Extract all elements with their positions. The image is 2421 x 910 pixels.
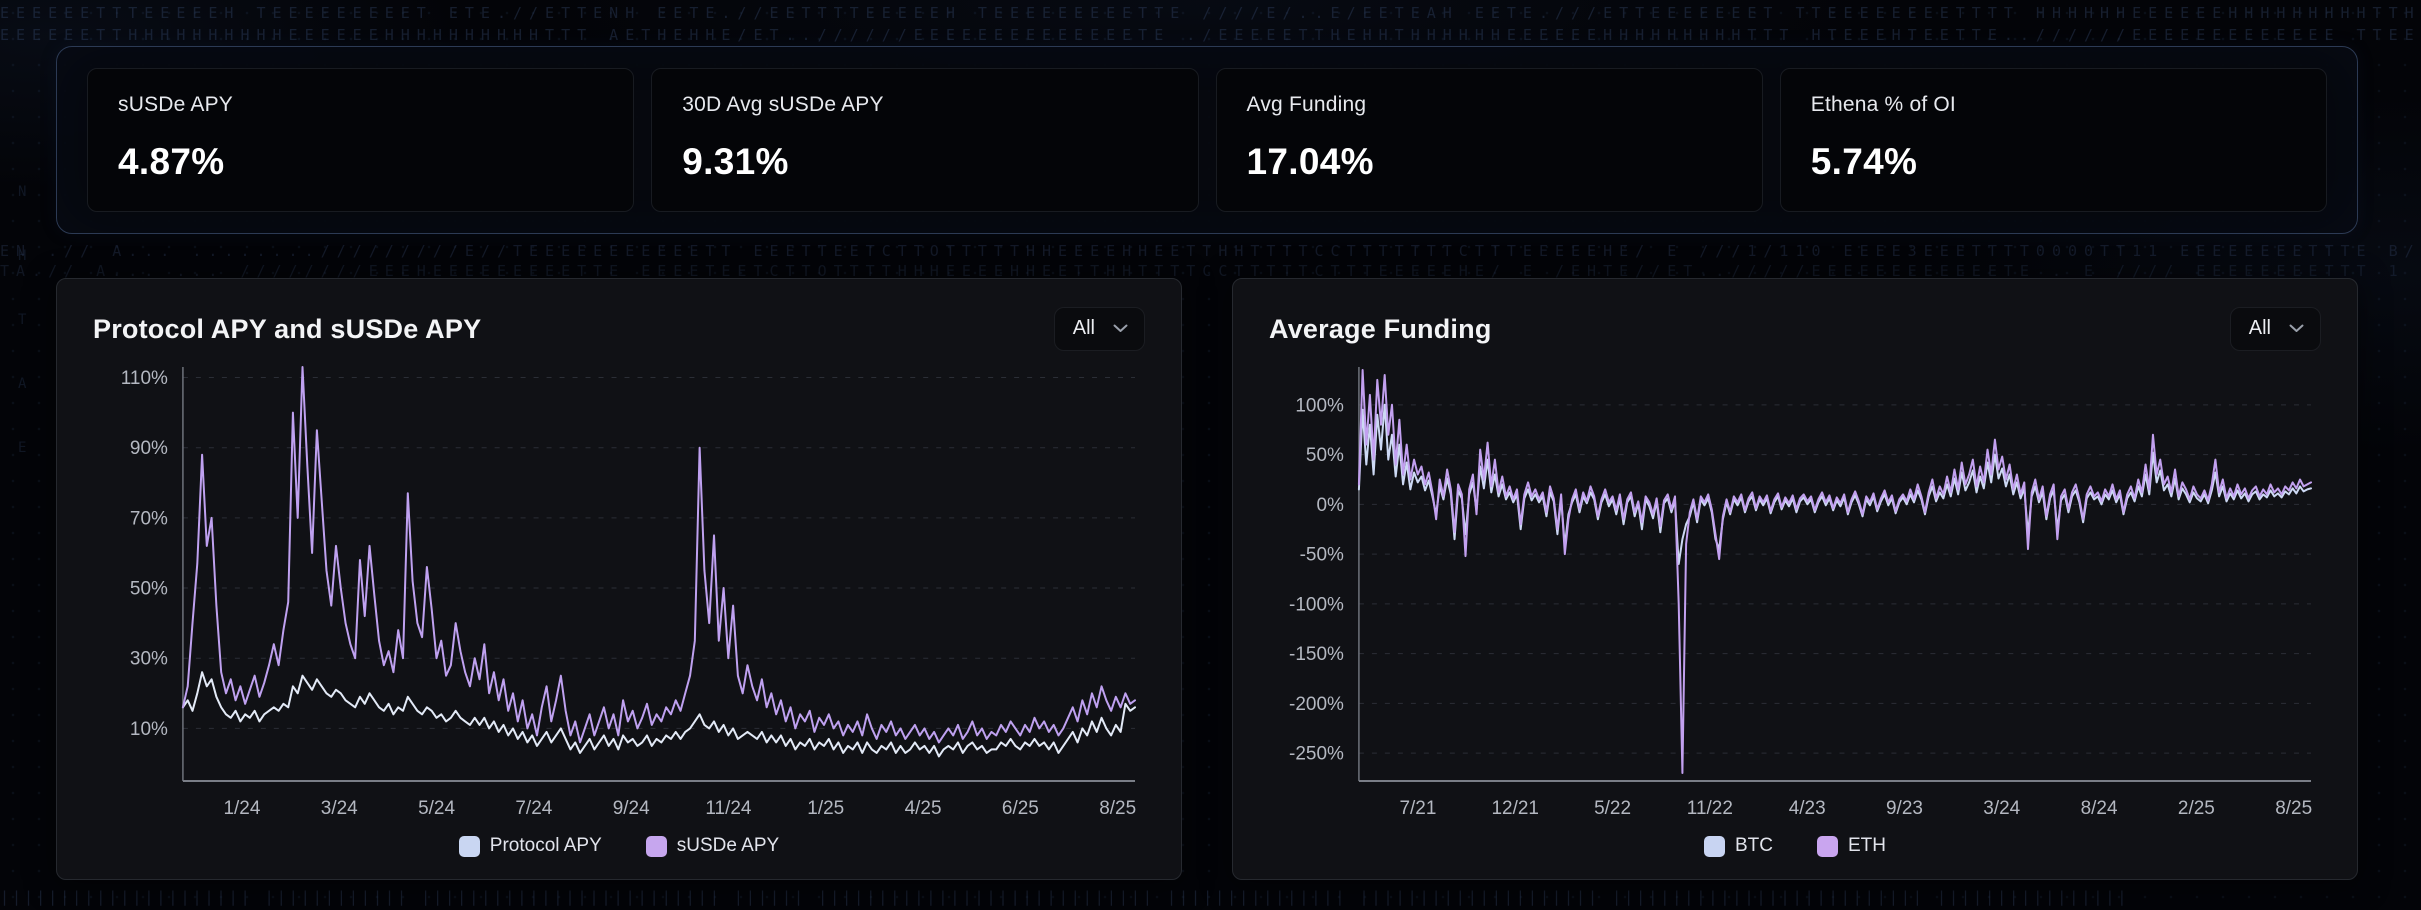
- stat-label: sUSDe APY: [118, 93, 603, 117]
- stat-label: Avg Funding: [1247, 93, 1732, 117]
- y-tick-label: -100%: [1289, 594, 1344, 615]
- stats-bar: sUSDe APY 4.87% 30D Avg sUSDe APY 9.31% …: [56, 46, 2358, 234]
- background-glyph-row: EEEEEETTTEEEEEH TEEEEEEEEET ETE.//ETTENH…: [0, 4, 2421, 22]
- stat-value: 5.74%: [1811, 141, 2296, 183]
- chart-title: Protocol APY and sUSDe APY: [93, 314, 481, 345]
- line-chart-svg: 100% 50% 0% -50% -100% -150% -200% -250% 7/21 12/…: [1269, 359, 2321, 829]
- x-tick-label: 8/24: [2081, 798, 2118, 819]
- chart-legend: BTC ETH: [1269, 831, 2321, 861]
- stat-card-susde-apy: sUSDe APY 4.87%: [87, 68, 634, 212]
- x-tick-label: 9/23: [1886, 798, 1923, 819]
- x-tick-label: 3/24: [1983, 798, 2020, 819]
- x-tick-label: 8/25: [2275, 798, 2312, 819]
- legend-swatch: [646, 836, 667, 857]
- x-tick-label: 12/21: [1492, 798, 1539, 819]
- stat-value: 9.31%: [682, 141, 1167, 183]
- stat-label: 30D Avg sUSDe APY: [682, 93, 1167, 117]
- legend-item-susde-apy[interactable]: sUSDe APY: [646, 835, 779, 857]
- legend-label: ETH: [1848, 835, 1886, 857]
- x-tick-label: 7/21: [1399, 798, 1436, 819]
- legend-swatch: [1704, 836, 1725, 857]
- chart-canvas[interactable]: 10% 30% 50% 70% 90% 110% 1/24 3/24 5/24 7/24 9/24 1…: [93, 359, 1145, 823]
- x-tick-label: 5/24: [418, 798, 455, 819]
- legend-label: BTC: [1735, 835, 1773, 857]
- x-tick-label: 9/24: [613, 798, 650, 819]
- legend-swatch: [1817, 836, 1838, 857]
- y-tick-label: 30%: [130, 649, 168, 670]
- background-glyph-row: ||||||||||||||||||||| |||||||||||| |||||…: [0, 888, 2421, 906]
- series-line-protocol-apy: [183, 672, 1135, 756]
- series-line-susde-apy: [183, 367, 1135, 742]
- x-tick-label: 4/25: [905, 798, 942, 819]
- legend-label: sUSDe APY: [677, 835, 779, 857]
- stat-value: 17.04%: [1247, 141, 1732, 183]
- range-selector-value: All: [2249, 317, 2271, 340]
- x-tick-label: 11/22: [1687, 798, 1733, 819]
- background-glyph-column: N H T A E: [18, 160, 26, 480]
- range-selector-dropdown[interactable]: All: [2230, 307, 2321, 351]
- line-chart-svg: 10% 30% 50% 70% 90% 110% 1/24 3/24 5/24 7/24 9/24 1…: [93, 359, 1145, 829]
- y-tick-label: 100%: [1295, 395, 1344, 416]
- background-glyph-row: EEEEEETTHHHHHHHHHHEEEEEEHHHHHHHHHHTTT AE…: [0, 26, 2421, 44]
- range-selector-dropdown[interactable]: All: [1054, 307, 1145, 351]
- chevron-down-icon: [2289, 324, 2304, 333]
- y-tick-label: 50%: [130, 579, 168, 600]
- chart-title: Average Funding: [1269, 314, 1492, 345]
- stat-card-avg-funding: Avg Funding 17.04%: [1216, 68, 1763, 212]
- chart-panel-protocol-apy: Protocol APY and sUSDe APY All 10% 30% 50%…: [56, 278, 1182, 880]
- x-tick-label: 4/23: [1789, 798, 1826, 819]
- stat-card-30d-avg-susde-apy: 30D Avg sUSDe APY 9.31%: [651, 68, 1198, 212]
- range-selector-value: All: [1073, 317, 1095, 340]
- y-tick-label: 10%: [130, 719, 168, 740]
- background-glyph-row: EN .// A... ......../////////E//TEEEEEEE…: [0, 242, 2421, 260]
- y-tick-label: -150%: [1289, 644, 1344, 665]
- y-tick-label: 70%: [130, 508, 168, 529]
- y-tick-label: -200%: [1289, 694, 1344, 715]
- charts-row: Protocol APY and sUSDe APY All 10% 30% 50%…: [56, 278, 2358, 880]
- y-tick-label: 90%: [130, 438, 168, 459]
- series-line-eth: [1359, 370, 2311, 773]
- stat-value: 4.87%: [118, 141, 603, 183]
- stat-label: Ethena % of OI: [1811, 93, 2296, 117]
- y-tick-label: 110%: [121, 368, 168, 389]
- x-tick-label: 8/25: [1099, 798, 1136, 819]
- x-tick-label: 5/22: [1594, 798, 1631, 819]
- stat-card-ethena-pct-of-oi: Ethena % of OI 5.74%: [1780, 68, 2327, 212]
- legend-item-eth[interactable]: ETH: [1817, 835, 1886, 857]
- x-tick-label: 3/24: [321, 798, 358, 819]
- chart-canvas[interactable]: 100% 50% 0% -50% -100% -150% -200% -250% 7/21 12/…: [1269, 359, 2321, 823]
- x-tick-label: 7/24: [515, 798, 552, 819]
- legend-item-btc[interactable]: BTC: [1704, 835, 1773, 857]
- y-tick-label: -50%: [1300, 545, 1344, 566]
- x-tick-label: 11/24: [705, 798, 751, 819]
- y-tick-label: 0%: [1316, 495, 1344, 516]
- y-tick-label: 50%: [1306, 445, 1344, 466]
- x-tick-label: 6/25: [1002, 798, 1039, 819]
- x-tick-label: 1/25: [807, 798, 844, 819]
- x-tick-label: 2/25: [2178, 798, 2215, 819]
- y-tick-label: -250%: [1289, 744, 1344, 765]
- legend-label: Protocol APY: [490, 835, 602, 857]
- panel-header: Average Funding All: [1269, 303, 2321, 355]
- legend-item-protocol-apy[interactable]: Protocol APY: [459, 835, 602, 857]
- chart-panel-average-funding: Average Funding All 100% 50% 0% -50% -100% -1…: [1232, 278, 2358, 880]
- panel-header: Protocol APY and sUSDe APY All: [93, 303, 1145, 355]
- chart-legend: Protocol APY sUSDe APY: [93, 831, 1145, 861]
- legend-swatch: [459, 836, 480, 857]
- chevron-down-icon: [1113, 324, 1128, 333]
- series-line-btc: [1359, 405, 2311, 564]
- x-tick-label: 1/24: [223, 798, 260, 819]
